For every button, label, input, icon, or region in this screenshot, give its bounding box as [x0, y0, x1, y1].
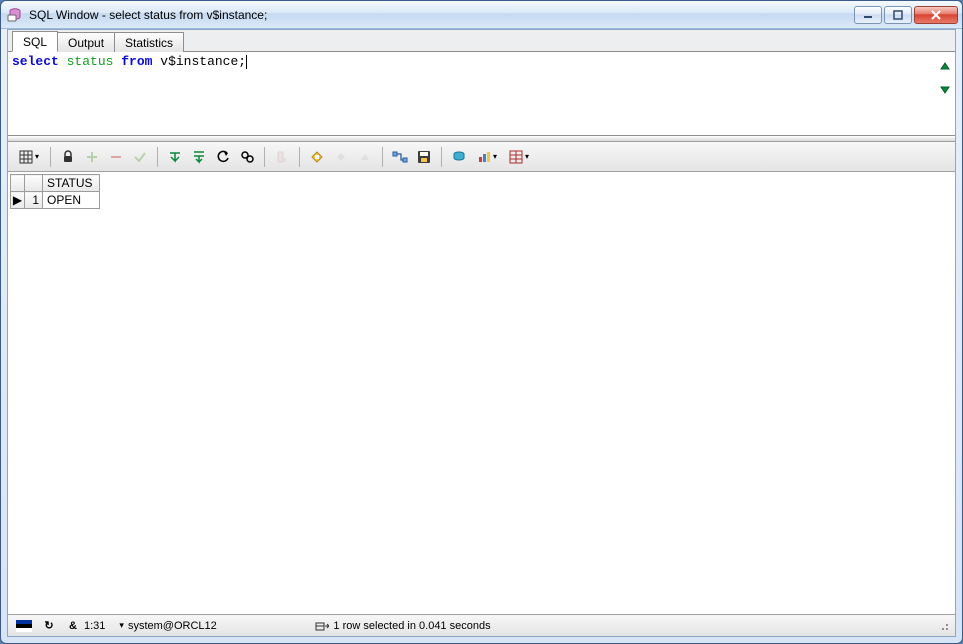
fetch-all-button[interactable] — [188, 146, 210, 168]
editor-panel: select status from v$instance; — [8, 52, 955, 136]
status-text: 1 row selected in 0.041 seconds — [333, 620, 490, 632]
separator — [441, 147, 442, 167]
scroll-down-icon[interactable] — [938, 82, 952, 96]
nav-prev-button[interactable] — [330, 146, 352, 168]
status-flag — [12, 620, 36, 632]
chevron-down-icon: ▾ — [119, 620, 124, 631]
minimize-button[interactable] — [854, 6, 882, 24]
add-row-button[interactable] — [81, 146, 103, 168]
table-row[interactable]: ▶ 1 OPEN — [11, 192, 100, 209]
separator — [382, 147, 383, 167]
editor-nav — [935, 52, 955, 135]
status-message: 1 row selected in 0.041 seconds — [311, 619, 494, 633]
tab-bar: SQL Output Statistics — [8, 30, 955, 52]
chevron-down-icon: ▾ — [493, 152, 497, 161]
scroll-up-icon[interactable] — [938, 60, 952, 74]
user-icon: & — [66, 619, 80, 633]
window-title: SQL Window - select status from v$instan… — [29, 8, 854, 22]
titlebar[interactable]: SQL Window - select status from v$instan… — [1, 1, 962, 29]
close-button[interactable] — [914, 6, 958, 24]
tab-output[interactable]: Output — [57, 32, 115, 52]
separator — [50, 147, 51, 167]
row-pointer-icon: ▶ — [11, 192, 25, 209]
refresh-button[interactable] — [212, 146, 234, 168]
results-grid: STATUS ▶ 1 OPEN — [10, 174, 100, 209]
flag-icon — [16, 620, 32, 632]
results-panel[interactable]: STATUS ▶ 1 OPEN — [8, 172, 955, 614]
separator — [264, 147, 265, 167]
status-connection[interactable]: ▾ system@ORCL12 — [115, 620, 305, 632]
status-user: & 1:31 — [62, 619, 109, 633]
link-button[interactable] — [389, 146, 411, 168]
single-record-button[interactable] — [306, 146, 328, 168]
nav-next-button[interactable] — [354, 146, 376, 168]
status-bar: ↻ & 1:31 ▾ system@ORCL12 1 row selected … — [8, 614, 955, 636]
separator — [157, 147, 158, 167]
sql-editor[interactable]: select status from v$instance; — [8, 52, 935, 135]
resize-grip[interactable] — [937, 619, 951, 633]
cell[interactable]: OPEN — [43, 192, 100, 209]
export-button[interactable]: ▾ — [504, 146, 534, 168]
chevron-down-icon: ▾ — [35, 152, 39, 161]
results-toolbar: ▾ — [8, 142, 955, 172]
find-button[interactable] — [236, 146, 258, 168]
maximize-button[interactable] — [884, 6, 912, 24]
column-header[interactable]: STATUS — [43, 175, 100, 192]
refresh-icon[interactable]: ↻ — [42, 619, 56, 633]
sql-window: SQL Window - select status from v$instan… — [0, 0, 963, 644]
grid-options-button[interactable]: ▾ — [14, 146, 44, 168]
cursor-position: 1:31 — [84, 620, 105, 632]
clear-button[interactable] — [271, 146, 293, 168]
grid-corner[interactable] — [25, 175, 43, 192]
tab-label: SQL — [23, 35, 47, 49]
connection-label: system@ORCL12 — [128, 620, 217, 632]
tab-label: Statistics — [125, 36, 173, 50]
app-icon — [7, 7, 23, 23]
commit-button[interactable] — [129, 146, 151, 168]
tab-sql[interactable]: SQL — [12, 31, 58, 52]
row-number: 1 — [25, 192, 43, 209]
window-buttons — [854, 6, 958, 24]
fetch-next-button[interactable] — [164, 146, 186, 168]
client-area: SQL Output Statistics select status from… — [7, 29, 956, 637]
rows-icon — [315, 619, 329, 633]
chart-button[interactable]: ▾ — [472, 146, 502, 168]
lock-button[interactable] — [57, 146, 79, 168]
column-label: STATUS — [47, 176, 93, 190]
delete-row-button[interactable] — [105, 146, 127, 168]
tab-statistics[interactable]: Statistics — [114, 32, 184, 52]
print-button[interactable] — [448, 146, 470, 168]
tab-label: Output — [68, 36, 104, 50]
save-button[interactable] — [413, 146, 435, 168]
grid-corner[interactable] — [11, 175, 25, 192]
chevron-down-icon: ▾ — [525, 152, 529, 161]
separator — [299, 147, 300, 167]
